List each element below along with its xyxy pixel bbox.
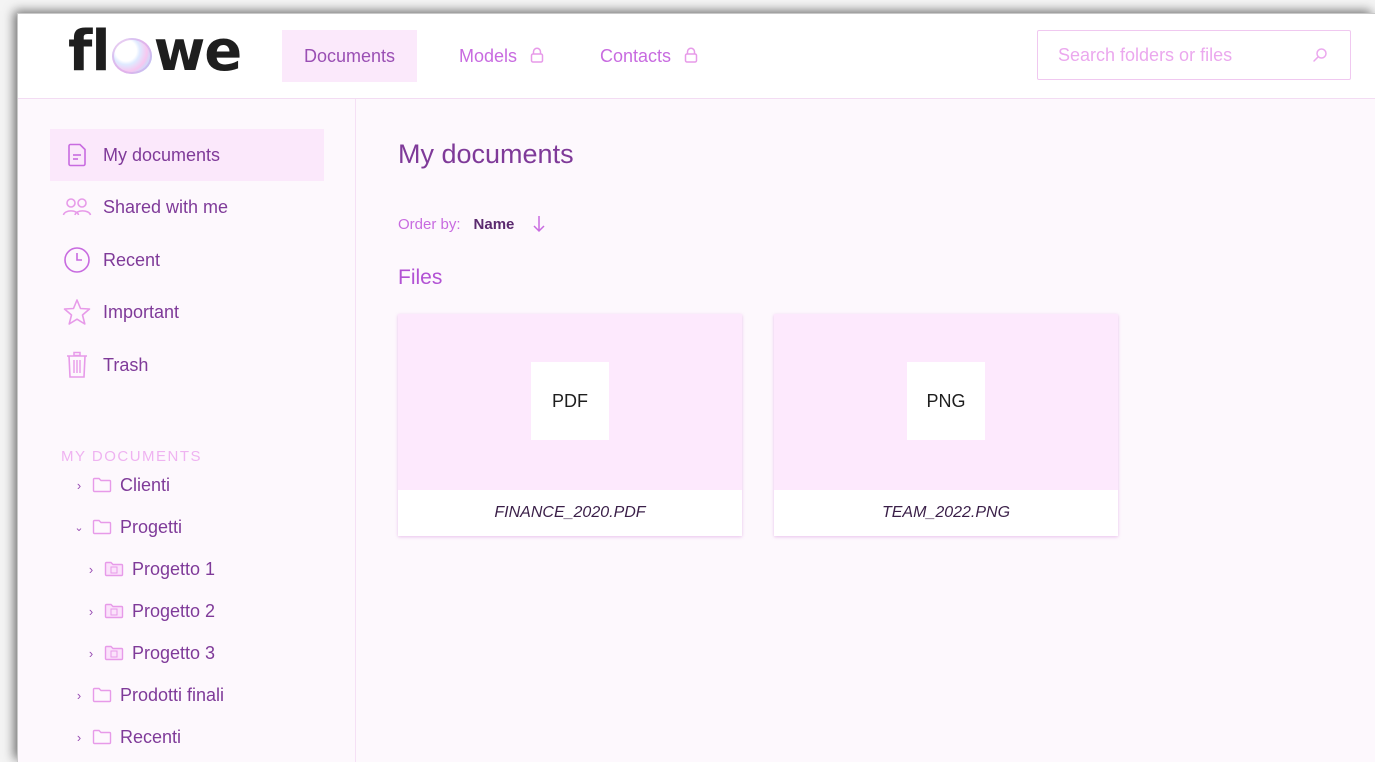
tree-folder-label: Progetto 3 bbox=[132, 642, 216, 663]
sidebar-item-important[interactable]: Important bbox=[50, 286, 324, 338]
tab-models[interactable]: Models bbox=[437, 30, 566, 82]
search-icon[interactable] bbox=[1312, 47, 1328, 68]
folder-icon bbox=[92, 687, 112, 703]
sort-control[interactable]: Order by: Name bbox=[398, 214, 546, 234]
logo-text-end: we bbox=[153, 19, 243, 84]
sidebar-item-my-documents[interactable]: My documents bbox=[50, 129, 324, 181]
sidebar-item-label: Important bbox=[103, 301, 180, 322]
tree-folder-progetto-1[interactable]: › Progetto 1 bbox=[84, 554, 215, 584]
logo-text-start: fl bbox=[68, 19, 111, 84]
star-icon bbox=[62, 298, 92, 326]
file-card[interactable]: PNG TEAM_2022.PNG bbox=[774, 314, 1118, 536]
clock-icon bbox=[62, 246, 92, 274]
tree-folder-label: Progetto 1 bbox=[132, 558, 216, 579]
tab-contacts[interactable]: Contacts bbox=[578, 30, 720, 82]
users-icon bbox=[62, 193, 92, 221]
file-name: TEAM_2022.PNG bbox=[774, 490, 1118, 536]
chevron-right-icon[interactable]: › bbox=[72, 478, 86, 493]
tree-folder-recenti[interactable]: › Recenti bbox=[72, 722, 181, 752]
tab-contacts-label: Contacts bbox=[600, 46, 672, 66]
shared-folder-icon bbox=[104, 603, 124, 619]
file-name: FINANCE_2020.PDF bbox=[398, 490, 742, 536]
chevron-right-icon[interactable]: › bbox=[84, 646, 98, 661]
file-type-thumbnail: PDF bbox=[531, 362, 609, 440]
sort-label: Order by: bbox=[398, 215, 461, 233]
lock-icon bbox=[684, 31, 698, 83]
file-type-thumbnail: PNG bbox=[907, 362, 985, 440]
sidebar: My documents Shared with me Recent Impor… bbox=[18, 99, 356, 762]
chevron-right-icon[interactable]: › bbox=[84, 604, 98, 619]
sidebar-item-label: Recent bbox=[103, 249, 161, 270]
sidebar-item-recent[interactable]: Recent bbox=[50, 234, 324, 286]
page-title: My documents bbox=[398, 139, 574, 169]
document-icon bbox=[62, 141, 92, 169]
chevron-right-icon[interactable]: › bbox=[72, 688, 86, 703]
shared-folder-icon bbox=[104, 645, 124, 661]
tab-documents[interactable]: Documents bbox=[282, 30, 418, 82]
trash-icon bbox=[62, 351, 92, 379]
sort-value[interactable]: Name bbox=[474, 216, 515, 233]
chevron-down-icon[interactable]: ⌄ bbox=[72, 521, 86, 534]
tree-folder-label: Progetto 2 bbox=[132, 600, 216, 621]
sidebar-item-trash[interactable]: Trash bbox=[50, 339, 324, 391]
arrow-down-icon[interactable] bbox=[532, 214, 546, 234]
section-label-my-documents: MY DOCUMENTS bbox=[61, 448, 203, 465]
chevron-right-icon[interactable]: › bbox=[84, 562, 98, 577]
chevron-right-icon[interactable]: › bbox=[72, 730, 86, 745]
tree-folder-progetti[interactable]: ⌄ Progetti bbox=[72, 512, 182, 542]
tree-folder-progetto-3[interactable]: › Progetto 3 bbox=[84, 638, 215, 668]
flowe-logo[interactable]: fl we bbox=[68, 19, 243, 84]
tree-folder-progetto-2[interactable]: › Progetto 2 bbox=[84, 596, 215, 626]
top-bar: fl we Documents Models Contacts bbox=[18, 14, 1375, 99]
folder-icon bbox=[92, 477, 112, 493]
shared-folder-icon bbox=[104, 561, 124, 577]
folder-icon bbox=[92, 519, 112, 535]
sidebar-item-label: My documents bbox=[103, 144, 221, 165]
tab-models-label: Models bbox=[459, 46, 518, 66]
tree-folder-label: Recenti bbox=[120, 726, 182, 747]
logo-bubble-icon bbox=[111, 38, 152, 74]
lock-icon bbox=[530, 31, 544, 83]
tree-folder-clienti[interactable]: › Clienti bbox=[72, 470, 170, 500]
sidebar-item-shared-with-me[interactable]: Shared with me bbox=[50, 181, 324, 233]
files-heading: Files bbox=[398, 266, 443, 289]
file-card[interactable]: PDF FINANCE_2020.PDF bbox=[398, 314, 742, 536]
folder-icon bbox=[92, 729, 112, 745]
search-input[interactable] bbox=[1038, 31, 1318, 79]
tab-documents-label: Documents bbox=[304, 46, 396, 66]
sidebar-item-label: Trash bbox=[103, 354, 149, 375]
tree-folder-prodotti-finali[interactable]: › Prodotti finali bbox=[72, 680, 224, 710]
main-content: My documents Order by: Name Files PDF FI… bbox=[356, 99, 1375, 762]
tree-folder-label: Clienti bbox=[120, 474, 171, 495]
sidebar-item-label: Shared with me bbox=[103, 196, 229, 217]
tree-folder-label: Progetti bbox=[120, 516, 183, 537]
tree-folder-label: Prodotti finali bbox=[120, 684, 225, 705]
app-window: fl we Documents Models Contacts Search f… bbox=[18, 14, 1375, 762]
search-box[interactable] bbox=[1037, 30, 1351, 80]
